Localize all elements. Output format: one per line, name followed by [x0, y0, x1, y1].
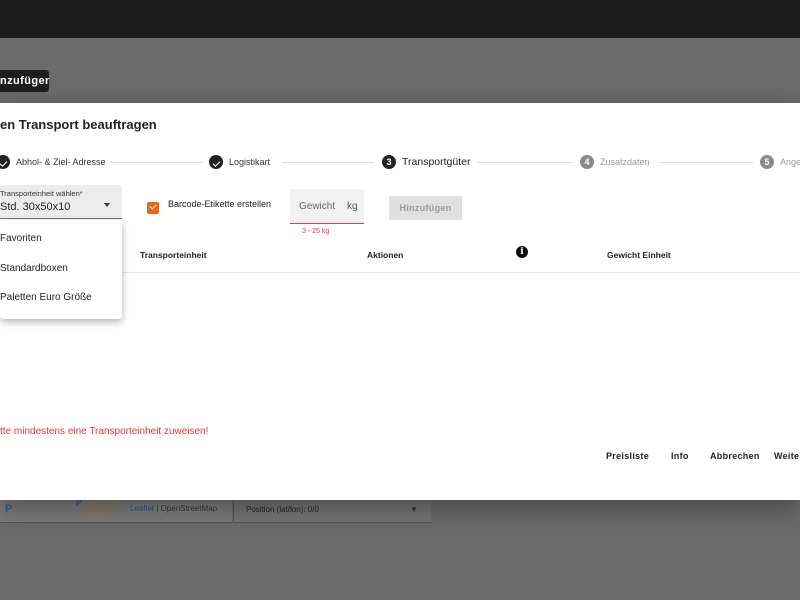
step-logistics[interactable]: Logistikart	[209, 155, 270, 169]
step-number: 3	[382, 155, 396, 169]
step-offers[interactable]: 5 Ange	[760, 155, 800, 169]
column-header-weight: Gewicht Einheit	[607, 250, 671, 260]
check-icon	[209, 155, 223, 169]
step-label: Abhol- & Ziel- Adresse	[16, 157, 106, 167]
select-label: Transporteinheit wählen*	[0, 189, 83, 198]
position-label: Position (lat/lon): 0/0	[246, 505, 319, 514]
check-icon	[149, 202, 157, 210]
step-number: 5	[760, 155, 774, 169]
app-topbar	[0, 0, 800, 38]
step-connector	[282, 162, 374, 163]
weight-input[interactable]: Gewicht kg	[290, 189, 364, 224]
step-label: Transportgüter	[402, 156, 471, 168]
step-connector	[110, 162, 202, 163]
info-button[interactable]: Info	[671, 451, 689, 461]
step-label: Logistikart	[229, 157, 271, 167]
step-connector	[478, 162, 572, 163]
error-message: tte mindestens eine Transporteinheit zuw…	[0, 426, 209, 437]
transport-unit-dropdown: Favoriten Standardboxen Paletten Euro Gr…	[0, 220, 122, 319]
map-poi-icon: P	[5, 503, 13, 515]
chevron-down-icon	[104, 203, 110, 207]
select-value: Std. 30x50x10	[0, 201, 71, 213]
add-button[interactable]: Hinzufügen	[389, 196, 462, 220]
dropdown-option-favorites[interactable]: Favoriten	[0, 220, 122, 254]
step-address[interactable]: Abhol- & Ziel- Adresse	[0, 155, 106, 169]
info-icon[interactable]: i	[516, 246, 528, 258]
cancel-button[interactable]: Abbrechen	[710, 451, 760, 461]
osm-link: | OpenStreetMap	[156, 504, 218, 513]
weight-unit: kg	[347, 201, 358, 212]
dialog-title: en Transport beauftragen	[0, 117, 157, 132]
step-connector	[659, 162, 753, 163]
leaflet-link: Leaflet	[130, 504, 155, 513]
dropdown-option-standard-boxes[interactable]: Standardboxen	[0, 254, 122, 284]
step-additional[interactable]: 4 Zusatzdaten	[580, 155, 650, 169]
step-label: Zusatzdaten	[600, 157, 650, 167]
step-goods[interactable]: 3 Transportgüter	[382, 155, 470, 169]
price-list-button[interactable]: Preisliste	[606, 451, 649, 461]
column-header-unit: Transporteinheit	[140, 250, 207, 260]
map-attribution: Leaflet | OpenStreetMap	[128, 504, 220, 513]
barcode-checkbox[interactable]	[147, 202, 159, 214]
background-add-button: nzufügen	[0, 70, 49, 92]
column-header-actions: Aktionen	[367, 250, 404, 260]
weight-placeholder: Gewicht	[299, 201, 336, 212]
dropdown-option-euro-pallets[interactable]: Paletten Euro Größe	[0, 284, 122, 314]
chevron-down-icon: ▼	[410, 505, 418, 514]
transport-unit-select[interactable]: Transporteinheit wählen* Std. 30x50x10	[0, 185, 122, 219]
step-number: 4	[580, 155, 594, 169]
weight-hint: 3 - 25 kg	[302, 228, 330, 235]
step-label: Ange	[780, 157, 800, 167]
barcode-checkbox-label[interactable]: Barcode-Etikette erstellen	[168, 199, 271, 209]
check-icon	[0, 155, 10, 169]
next-button[interactable]: Weite	[774, 451, 799, 461]
